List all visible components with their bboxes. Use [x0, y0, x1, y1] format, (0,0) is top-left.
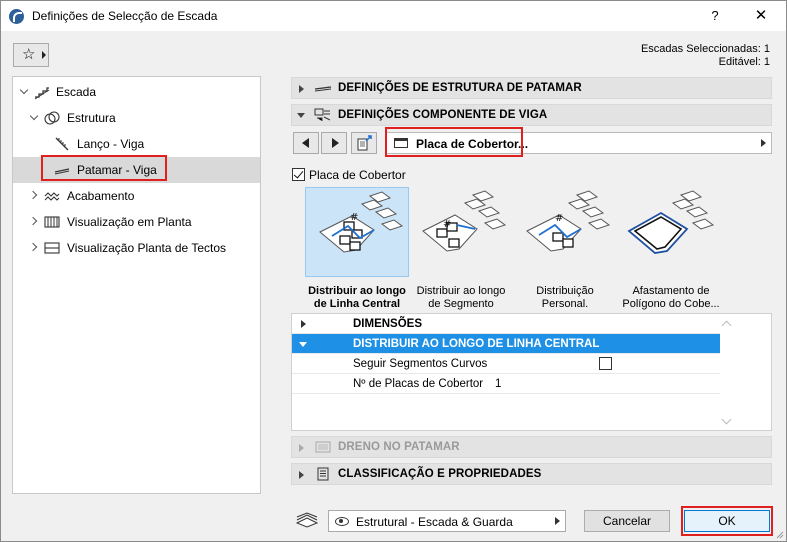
tree-item-visualizacao-tectos[interactable]: Visualização Planta de Tectos: [13, 235, 260, 261]
selected-stairs-count: Escadas Seleccionadas: 1: [640, 43, 770, 55]
panel-title: DEFINIÇÕES DE ESTRUTURA DE PATAMAR: [338, 82, 582, 94]
properties-scrollbar[interactable]: [720, 314, 734, 430]
group-dimensions[interactable]: DIMENSÕES: [292, 314, 720, 334]
panel-title: DRENO NO PATAMAR: [338, 441, 460, 453]
cover-plate-label: Placa de Cobertor: [309, 168, 406, 182]
properties-list: DIMENSÕES DISTRIBUIR AO LONGO DE LINHA C…: [291, 313, 772, 431]
option-distribute-centerline[interactable]: #: [305, 187, 409, 277]
tree-item-label: Visualização em Planta: [67, 215, 192, 229]
collapse-arrow-icon[interactable]: [299, 342, 307, 347]
title-bar: Definições de Selecção de Escada ? ✕: [1, 1, 786, 31]
chevron-right-icon[interactable]: [30, 243, 40, 253]
expand-arrow-icon: [299, 444, 304, 452]
cover-plate-checkbox[interactable]: [292, 168, 305, 181]
settings-export-icon: [357, 135, 372, 151]
tree-item-visualizacao-planta[interactable]: Visualização em Planta: [13, 209, 260, 235]
eye-icon: [335, 517, 349, 526]
panel-landing-structure[interactable]: DEFINIÇÕES DE ESTRUTURA DE PATAMAR: [291, 77, 772, 99]
floor-plan-icon: [44, 216, 60, 228]
option-caption-custom: Distribuição Personal.: [536, 285, 594, 310]
follow-curved-checkbox[interactable]: [599, 357, 612, 370]
svg-text:#: #: [443, 219, 451, 230]
tree-item-label: Lanço - Viga: [77, 137, 145, 151]
expand-arrow-icon[interactable]: [301, 320, 306, 328]
panel-classification[interactable]: CLASSIFICAÇÃO E PROPRIEDADES: [291, 463, 772, 485]
tree-item-lanco-viga[interactable]: Lanço - Viga: [13, 131, 260, 157]
beam-component-icon: [314, 108, 331, 121]
svg-text:#: #: [350, 212, 358, 223]
help-button[interactable]: ?: [704, 6, 726, 26]
tree-item-acabamento[interactable]: Acabamento: [13, 183, 260, 209]
layers-icon[interactable]: [295, 512, 319, 528]
option-caption-polygon: Afastamento de Polígono do Cobe...: [622, 285, 720, 310]
plate-count-value[interactable]: 1: [495, 378, 501, 390]
option-caption-segment: Distribuir ao longo de Segmento: [416, 285, 506, 310]
row-follow-curved-segments[interactable]: Seguir Segmentos Curvos: [292, 354, 720, 374]
tree-item-label: Acabamento: [67, 189, 135, 203]
finish-icon: [44, 192, 60, 201]
chevron-right-icon[interactable]: [30, 191, 40, 201]
arrow-left-icon: [302, 138, 309, 148]
group-distribute-centerline[interactable]: DISTRIBUIR AO LONGO DE LINHA CENTRAL: [292, 334, 720, 354]
distribute-centerline-icon: #: [319, 191, 404, 253]
resize-grip-icon[interactable]: [774, 529, 784, 539]
tree-item-label: Estrutura: [67, 111, 116, 125]
expand-arrow-icon[interactable]: [299, 471, 304, 479]
scroll-down-icon[interactable]: [721, 414, 732, 425]
custom-distribution-icon: #: [526, 190, 611, 252]
previous-component-button[interactable]: [293, 132, 319, 154]
tree-item-label: Visualização Planta de Tectos: [67, 241, 226, 255]
arrow-right-icon: [555, 517, 560, 525]
view-structure-value: Estrutural - Escada & Guarda: [356, 515, 513, 529]
close-button[interactable]: ✕: [750, 6, 772, 26]
arrow-right-icon: [42, 51, 46, 59]
component-settings-button[interactable]: [351, 132, 377, 154]
view-structure-selector[interactable]: Estrutural - Escada & Guarda: [328, 510, 566, 532]
option-caption-centerline: Distribuir ao longo de Linha Central: [308, 285, 406, 310]
flight-beam-icon: [55, 137, 69, 151]
archicad-app-icon: [9, 9, 24, 24]
tree-item-estrutura[interactable]: Estrutura: [13, 105, 260, 131]
polygon-offset-icon: [627, 190, 715, 254]
option-polygon-offset[interactable]: [617, 187, 721, 277]
cancel-button[interactable]: Cancelar: [584, 510, 670, 532]
panel-beam-component[interactable]: DEFINIÇÕES COMPONENTE DE VIGA: [291, 104, 772, 126]
editable-count: Editável: 1: [718, 56, 770, 68]
highlight-box-ok: [681, 506, 773, 536]
expand-arrow-icon[interactable]: [299, 85, 304, 93]
panel-title: DEFINIÇÕES COMPONENTE DE VIGA: [338, 109, 548, 121]
option-custom-distribution[interactable]: #: [513, 187, 617, 277]
row-plate-count[interactable]: Nº de Placas de Cobertor 1: [292, 374, 720, 394]
chevron-right-icon[interactable]: [30, 217, 40, 227]
window-title: Definições de Selecção de Escada: [32, 9, 218, 23]
tree-item-escada[interactable]: Escada: [13, 79, 260, 105]
favorites-button[interactable]: ☆: [13, 43, 49, 67]
distribute-segment-icon: #: [422, 190, 507, 252]
highlight-box-tree: [41, 155, 167, 181]
highlight-box-component: [385, 127, 523, 157]
star-icon: ☆: [22, 46, 36, 63]
svg-text:#: #: [555, 213, 563, 224]
arrow-right-icon: [332, 138, 339, 148]
option-distribute-segment[interactable]: #: [409, 187, 513, 277]
ceiling-plan-icon: [44, 242, 60, 254]
tree-item-label: Escada: [56, 85, 97, 99]
landing-beam-icon: [314, 86, 332, 92]
selection-info: Escadas Seleccionadas: 1 Editável: 1: [641, 43, 770, 69]
panel-landing-drain: DRENO NO PATAMAR: [291, 436, 772, 458]
stair-selection-settings-dialog: Definições de Selecção de Escada ? ✕ ☆ E…: [0, 0, 787, 542]
classification-icon: [317, 467, 329, 481]
next-component-button[interactable]: [321, 132, 347, 154]
chevron-down-icon[interactable]: [20, 87, 30, 97]
chevron-down-icon[interactable]: [30, 113, 40, 123]
arrow-right-icon: [761, 139, 766, 147]
settings-tree: Escada Estrutura Lanço - Viga Patamar - …: [12, 76, 261, 494]
structure-icon: [44, 111, 60, 125]
scroll-up-icon[interactable]: [721, 320, 732, 331]
stair-icon: [34, 87, 50, 100]
collapse-arrow-icon[interactable]: [297, 113, 305, 118]
drain-icon: [315, 441, 331, 453]
panel-title: CLASSIFICAÇÃO E PROPRIEDADES: [338, 468, 542, 480]
